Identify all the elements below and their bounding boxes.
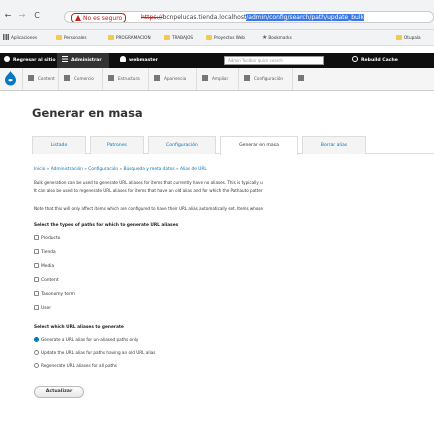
- admin-toolbar: Regresar al sitio Administrar webmaster …: [0, 53, 434, 68]
- checkbox-tienda[interactable]: Tienda: [34, 249, 56, 257]
- back-to-site-link[interactable]: Regresar al sitio: [4, 53, 56, 68]
- back-circle-icon: [4, 56, 10, 62]
- menu-ampliar[interactable]: Ampliar: [196, 68, 228, 90]
- admin-subtoolbar: Content Comercio Estructura Apariencia A…: [0, 68, 434, 91]
- folder-icon: [206, 35, 212, 40]
- bookmark-apps[interactable]: Aplicaciones: [3, 34, 37, 42]
- primary-tabs: Listado Patrones Configuración Generar e…: [32, 136, 434, 155]
- actualizar-button[interactable]: Actualizar: [34, 386, 84, 398]
- checkbox-media[interactable]: Media: [34, 263, 54, 271]
- radio-un-aliased[interactable]: Generate a URL alias for un-aliased path…: [34, 336, 138, 344]
- url-text[interactable]: https://bcnpelucas.tienda.localhost/admi…: [141, 14, 364, 22]
- tab-patrones[interactable]: Patrones: [90, 136, 144, 154]
- breadcrumb-item[interactable]: Alias de URL: [180, 167, 207, 172]
- drupal-logo-icon[interactable]: [4, 71, 17, 86]
- tab-listado[interactable]: Listado: [32, 136, 86, 154]
- menu-configuracion[interactable]: Configuración: [238, 68, 283, 90]
- page-title: Generar en masa: [32, 106, 143, 120]
- tab-borrar-alias[interactable]: Borrar alias: [302, 136, 366, 154]
- folder-icon: [164, 35, 170, 40]
- menu-apariencia[interactable]: Apariencia: [148, 68, 186, 90]
- refresh-icon: [352, 56, 358, 62]
- menu-more[interactable]: [292, 68, 434, 90]
- wrench-icon: [244, 75, 250, 81]
- radio-regenerate-all[interactable]: Regenerate URL aliases for all paths: [34, 362, 117, 370]
- brush-icon: [154, 75, 160, 81]
- folder-icon: [108, 35, 114, 40]
- warning-icon: [75, 15, 81, 21]
- checkbox-content[interactable]: Content: [34, 277, 58, 285]
- people-icon: [298, 75, 304, 81]
- folder-icon: [396, 35, 402, 40]
- menu-icon: [62, 56, 68, 62]
- menu-comercio[interactable]: Comercio: [58, 68, 94, 90]
- tab-configuracion[interactable]: Configuración: [148, 136, 216, 154]
- user-tab[interactable]: webmaster: [120, 53, 158, 68]
- forward-arrow-icon[interactable]: →: [18, 12, 26, 20]
- folder-icon: [56, 35, 62, 40]
- bookmark-trabajos[interactable]: TRABAJOS: [164, 34, 193, 42]
- tab-generar-en-masa[interactable]: Generar en masa: [220, 136, 298, 155]
- bookmark-bookmarks[interactable]: ★Bookmarks: [262, 34, 292, 42]
- which-fieldset-label: Select which URL aliases to generate: [34, 325, 124, 330]
- checkbox-user[interactable]: User: [34, 305, 51, 313]
- browser-top-bar: ← → C No es seguro https://bcnpelucas.ti…: [0, 0, 434, 30]
- rebuild-cache-button[interactable]: Rebuild Cache: [352, 53, 398, 68]
- star-icon: ★: [262, 34, 268, 41]
- breadcrumb-item[interactable]: Búsqueda y meta datos: [124, 167, 175, 172]
- checkbox-taxonomy-term[interactable]: Taxonomy term: [34, 291, 75, 299]
- menu-content[interactable]: Content: [22, 68, 55, 90]
- bookmarks-bar: Aplicaciones Personales PROGRAMACION TRA…: [0, 30, 434, 46]
- security-indicator[interactable]: No es seguro: [71, 13, 127, 22]
- back-arrow-icon[interactable]: ←: [4, 12, 12, 20]
- admin-search-input[interactable]: Admin Toolbar quick search: [224, 56, 324, 65]
- note-text: Note that this will only affect items wh…: [34, 206, 264, 211]
- reload-icon[interactable]: C: [33, 12, 41, 20]
- commerce-icon: [64, 75, 70, 81]
- checkbox-producto[interactable]: Producto: [34, 235, 60, 243]
- apps-grid-icon: [3, 34, 9, 40]
- breadcrumb: Inicio » Administración » Configuración …: [34, 167, 207, 172]
- types-fieldset-label: Select the types of paths for which to g…: [34, 223, 179, 228]
- user-icon: [120, 56, 126, 62]
- menu-estructura[interactable]: Estructura: [102, 68, 140, 90]
- bookmark-personales[interactable]: Personales: [56, 34, 87, 42]
- description-line-2: It can also be used to regenerate URL al…: [34, 188, 263, 193]
- structure-icon: [108, 75, 114, 81]
- puzzle-icon: [202, 75, 208, 81]
- breadcrumb-item[interactable]: Configuración: [88, 167, 118, 172]
- breadcrumb-item[interactable]: Administración: [51, 167, 83, 172]
- manage-tab[interactable]: Administrar: [62, 53, 102, 68]
- breadcrumb-item[interactable]: Inicio: [34, 167, 45, 172]
- bookmark-proyectos[interactable]: Proyectos Web: [206, 34, 245, 42]
- address-bar[interactable]: No es seguro https://bcnpelucas.tienda.l…: [64, 11, 434, 23]
- file-icon: [28, 75, 34, 81]
- bookmark-otupala[interactable]: Otupala: [396, 34, 421, 42]
- description-line-1: Bulk generation can be used to generate …: [34, 180, 263, 185]
- radio-update-old[interactable]: Update the URL alias for paths having an…: [34, 349, 155, 357]
- bookmark-programacion[interactable]: PROGRAMACION: [108, 34, 151, 42]
